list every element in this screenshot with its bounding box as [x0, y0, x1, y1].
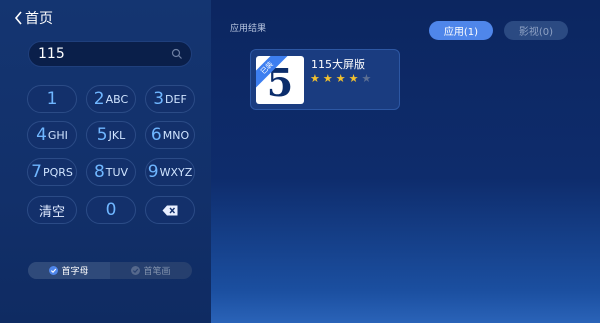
star-filled-icon: ★ — [335, 72, 346, 85]
key-4[interactable]: 4 GHI — [27, 121, 77, 149]
key-letters: TUV — [105, 165, 129, 179]
back-button[interactable]: 首页 — [14, 8, 53, 28]
key-6[interactable]: 6 MNO — [145, 121, 195, 149]
key-1[interactable]: 1 — [27, 85, 77, 113]
key-letters: WXYZ — [159, 165, 193, 179]
star-filled-icon: ★ — [310, 72, 320, 85]
key-number: 0 — [105, 200, 117, 220]
key-number: 3 — [153, 89, 165, 109]
backspace-button[interactable] — [145, 196, 195, 224]
key-number: 5 — [96, 125, 108, 145]
key-number: 1 — [46, 89, 58, 109]
check-icon — [49, 266, 59, 275]
section-title: 应用结果 — [230, 24, 267, 34]
star-empty-icon: ★ — [361, 72, 372, 85]
mode-label: 首笔画 — [143, 267, 171, 277]
key-letters: MNO — [162, 128, 190, 142]
clear-button[interactable]: 清空 — [27, 196, 77, 224]
key-letters: DEF — [165, 92, 187, 106]
key-number: 2 — [93, 89, 105, 109]
input-mode-toggle: 首字母 首笔画 — [28, 262, 192, 279]
key-0[interactable]: 0 — [86, 196, 136, 224]
app-title: 115大屏版 — [311, 58, 365, 71]
back-label: 首页 — [25, 11, 53, 27]
star-filled-icon: ★ — [348, 72, 359, 85]
search-icon — [171, 48, 182, 59]
key-letters: JKL — [108, 128, 126, 142]
key-number: 4 — [36, 125, 47, 145]
mode-option-strokes[interactable]: 首笔画 — [110, 262, 192, 279]
app-rating: ★ ★ ★ ★ ★ — [310, 72, 371, 85]
key-letters: PQRS — [42, 165, 73, 179]
check-icon — [131, 266, 141, 275]
backspace-icon — [162, 205, 178, 215]
search-input[interactable]: 115 — [28, 41, 192, 67]
search-query: 115 — [38, 46, 65, 62]
key-7[interactable]: 7 PQRS — [27, 158, 77, 186]
key-5[interactable]: 5 JKL — [86, 121, 136, 149]
mode-option-initials[interactable]: 首字母 — [28, 262, 110, 279]
mode-label: 首字母 — [61, 267, 89, 277]
star-filled-icon: ★ — [322, 72, 333, 85]
key-number: 9 — [147, 162, 159, 182]
key-2[interactable]: 2 ABC — [86, 85, 136, 113]
key-letters: ABC — [105, 92, 129, 106]
key-8[interactable]: 8 TUV — [86, 158, 136, 186]
key-number: 8 — [93, 162, 105, 182]
key-3[interactable]: 3 DEF — [145, 85, 195, 113]
key-number: 7 — [31, 162, 42, 182]
app-icon: 5 已装 — [256, 56, 304, 104]
key-letters: GHI — [47, 128, 68, 142]
key-number: 6 — [150, 125, 162, 145]
tab-videos[interactable]: 影视(0) — [504, 21, 568, 40]
tab-apps[interactable]: 应用(1) — [429, 21, 493, 40]
chevron-left-icon — [14, 11, 22, 25]
clear-label: 清空 — [38, 204, 65, 220]
key-9[interactable]: 9 WXYZ — [145, 158, 195, 186]
